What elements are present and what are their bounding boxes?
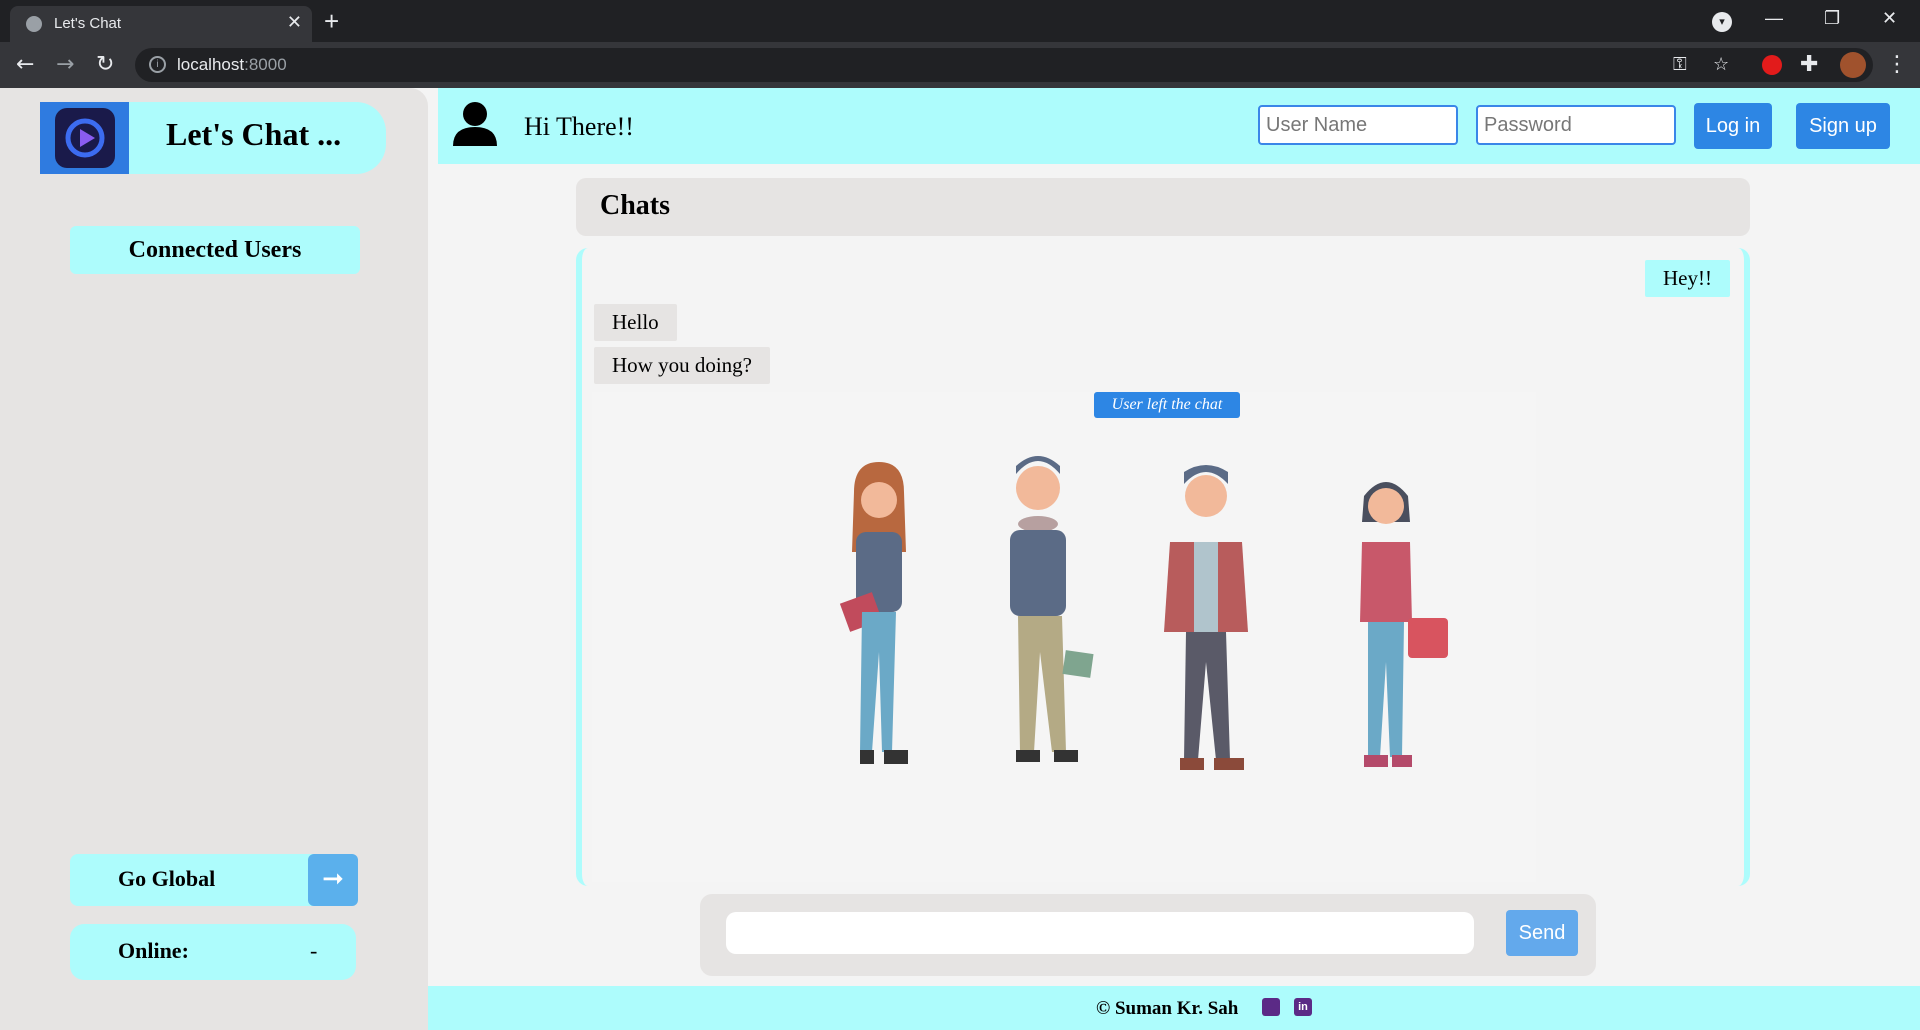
online-count: -: [310, 938, 318, 963]
sidebar: Let's Chat ... Connected Users Go Global…: [0, 88, 428, 1030]
go-global-panel: Go Global ➞: [70, 854, 358, 906]
maximize-button[interactable]: ❐: [1824, 8, 1840, 29]
signup-button[interactable]: Sign up: [1796, 103, 1890, 149]
app-root: Let's Chat ... Connected Users Go Global…: [0, 88, 1920, 1030]
chats-heading-bar: Chats: [576, 178, 1750, 236]
message-incoming: Hello: [594, 304, 677, 341]
tab-title: Let's Chat: [54, 15, 122, 32]
browser-address-bar: ← → ↻ i localhost:8000 ⚿ ☆: [0, 42, 1920, 88]
message-composer: Send: [700, 894, 1596, 976]
greeting-text: Hi There!!: [524, 112, 634, 141]
message-outgoing: Hey!!: [1645, 260, 1730, 297]
copyright-text: © Suman Kr. Sah: [1096, 998, 1239, 1019]
user-icon: [453, 102, 497, 146]
globe-icon: [26, 16, 42, 32]
go-global-button[interactable]: ➞: [308, 854, 358, 906]
browser-tab-bar: Let's Chat ✕ + ▾ — ❐ ✕: [0, 0, 1920, 42]
username-input[interactable]: [1258, 105, 1458, 145]
brand-name: Let's Chat ...: [166, 116, 342, 152]
people-illustration: [592, 392, 1536, 882]
top-header: Hi There!! Log in Sign up: [438, 88, 1920, 164]
online-label: Online:: [118, 938, 189, 963]
play-logo-icon: [55, 108, 115, 168]
connected-users-heading: Connected Users: [70, 226, 360, 274]
puzzle-icon[interactable]: ✚: [1800, 52, 1818, 77]
password-input[interactable]: [1476, 105, 1676, 145]
footer: © Suman Kr. Sah in: [428, 986, 1920, 1030]
system-notice: User left the chat: [1094, 392, 1240, 418]
linkedin-icon[interactable]: in: [1294, 998, 1312, 1016]
chat-messages-panel[interactable]: Hey!! Hello How you doing? User left the…: [576, 248, 1750, 886]
browser-tab[interactable]: Let's Chat ✕: [10, 6, 312, 42]
url-port: :8000: [244, 55, 287, 74]
forward-icon[interactable]: →: [56, 52, 74, 77]
minimize-button[interactable]: —: [1765, 8, 1783, 29]
tab-search-icon[interactable]: ▾: [1712, 12, 1732, 32]
send-button[interactable]: Send: [1506, 910, 1578, 956]
back-icon[interactable]: ←: [16, 52, 34, 77]
reload-icon[interactable]: ↻: [96, 52, 114, 77]
info-icon[interactable]: i: [149, 56, 166, 73]
url-host: localhost: [177, 55, 245, 74]
github-icon[interactable]: [1262, 998, 1280, 1016]
extension-icon[interactable]: [1762, 55, 1782, 75]
window-close-button[interactable]: ✕: [1882, 8, 1897, 29]
online-status: Online: -: [70, 924, 356, 980]
message-input[interactable]: [726, 912, 1474, 954]
profile-avatar[interactable]: [1840, 52, 1866, 78]
url-text: localhost:8000: [177, 55, 287, 75]
kebab-menu-icon[interactable]: ⋮: [1886, 52, 1908, 77]
url-omnibox[interactable]: i localhost:8000 ⚿ ☆: [135, 48, 1873, 82]
chats-title: Chats: [600, 190, 671, 221]
brand: Let's Chat ...: [40, 102, 386, 174]
login-button[interactable]: Log in: [1694, 103, 1772, 149]
tab-close-icon[interactable]: ✕: [287, 12, 302, 33]
star-icon[interactable]: ☆: [1713, 54, 1729, 75]
go-global-label: Go Global: [118, 866, 216, 891]
new-tab-button[interactable]: +: [324, 6, 339, 37]
brand-logo: [40, 102, 129, 174]
key-icon[interactable]: ⚿: [1673, 54, 1687, 75]
message-incoming: How you doing?: [594, 347, 770, 384]
